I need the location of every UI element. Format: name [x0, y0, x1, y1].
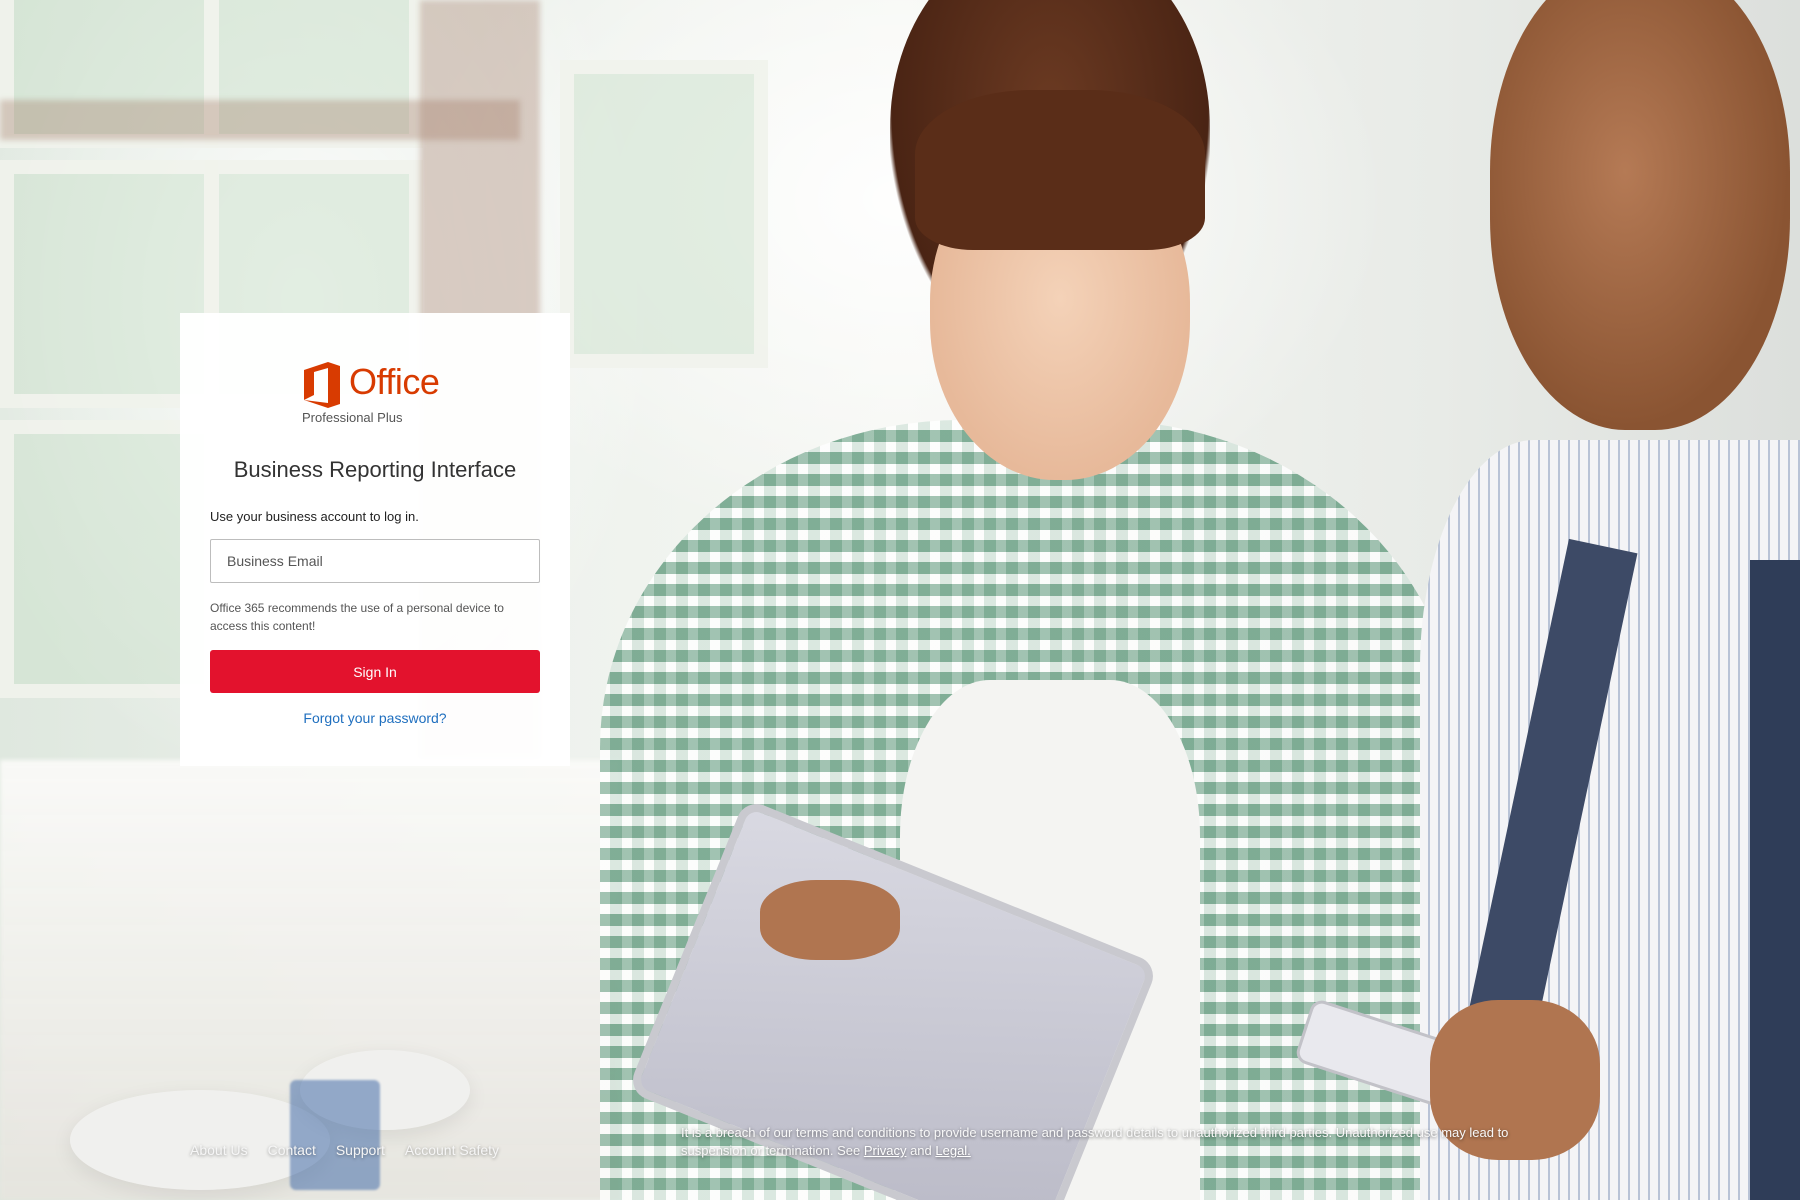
login-card: Office Professional Plus Business Report…	[180, 313, 570, 766]
cup	[290, 1080, 380, 1190]
sign-in-button[interactable]: Sign In	[210, 650, 540, 693]
vest	[1750, 560, 1800, 1200]
hand	[760, 880, 900, 960]
office-logo: Office Professional Plus	[302, 360, 462, 440]
page-title: Business Reporting Interface	[233, 457, 517, 482]
office-logo-icon	[304, 362, 340, 408]
login-instruction: Use your business account to log in.	[210, 509, 419, 524]
footer-nav: About Us Contact Support Account Safety	[190, 1142, 499, 1158]
logo-brand-text: Office	[349, 361, 440, 402]
bangs	[915, 90, 1205, 250]
legal-and-text: and	[906, 1143, 936, 1158]
business-email-input[interactable]	[210, 539, 540, 583]
legal-disclaimer-text: It is a breach of our terms and conditio…	[681, 1125, 1509, 1158]
footer-link-account-safety[interactable]: Account Safety	[405, 1142, 499, 1158]
legal-link[interactable]: Legal.	[935, 1143, 970, 1158]
window-frame	[0, 100, 520, 140]
forgot-password-link[interactable]: Forgot your password?	[180, 710, 570, 726]
footer-link-support[interactable]: Support	[336, 1142, 385, 1158]
device-note: Office 365 recommends the use of a perso…	[210, 601, 504, 633]
footer-link-about-us[interactable]: About Us	[190, 1142, 248, 1158]
man-head	[1490, 0, 1790, 430]
logo-edition-text: Professional Plus	[302, 410, 403, 425]
footer-link-contact[interactable]: Contact	[268, 1142, 316, 1158]
legal-disclaimer: It is a breach of our terms and conditio…	[681, 1124, 1521, 1160]
privacy-link[interactable]: Privacy	[864, 1143, 907, 1158]
